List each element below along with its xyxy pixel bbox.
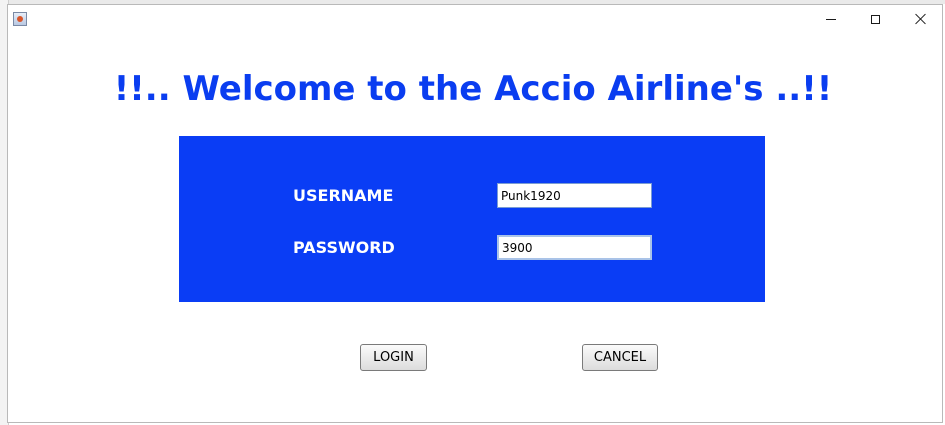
close-button[interactable] xyxy=(898,5,943,33)
minimize-icon xyxy=(825,18,836,20)
welcome-heading: !!.. Welcome to the Accio Airline's ..!! xyxy=(113,69,833,109)
login-window: !!.. Welcome to the Accio Airline's ..!!… xyxy=(7,4,943,423)
cancel-button[interactable]: CANCEL xyxy=(582,344,658,371)
java-app-icon[interactable] xyxy=(13,12,27,26)
maximize-icon xyxy=(871,14,880,24)
close-icon xyxy=(915,13,927,25)
password-label: PASSWORD xyxy=(293,238,395,257)
password-field[interactable] xyxy=(497,235,652,260)
minimize-button[interactable] xyxy=(808,5,853,33)
login-button[interactable]: LOGIN xyxy=(360,344,427,371)
maximize-button[interactable] xyxy=(853,5,898,33)
username-field[interactable] xyxy=(497,183,652,208)
title-bar[interactable] xyxy=(8,5,942,35)
username-label: USERNAME xyxy=(293,186,394,205)
login-panel: USERNAME PASSWORD xyxy=(179,136,765,302)
